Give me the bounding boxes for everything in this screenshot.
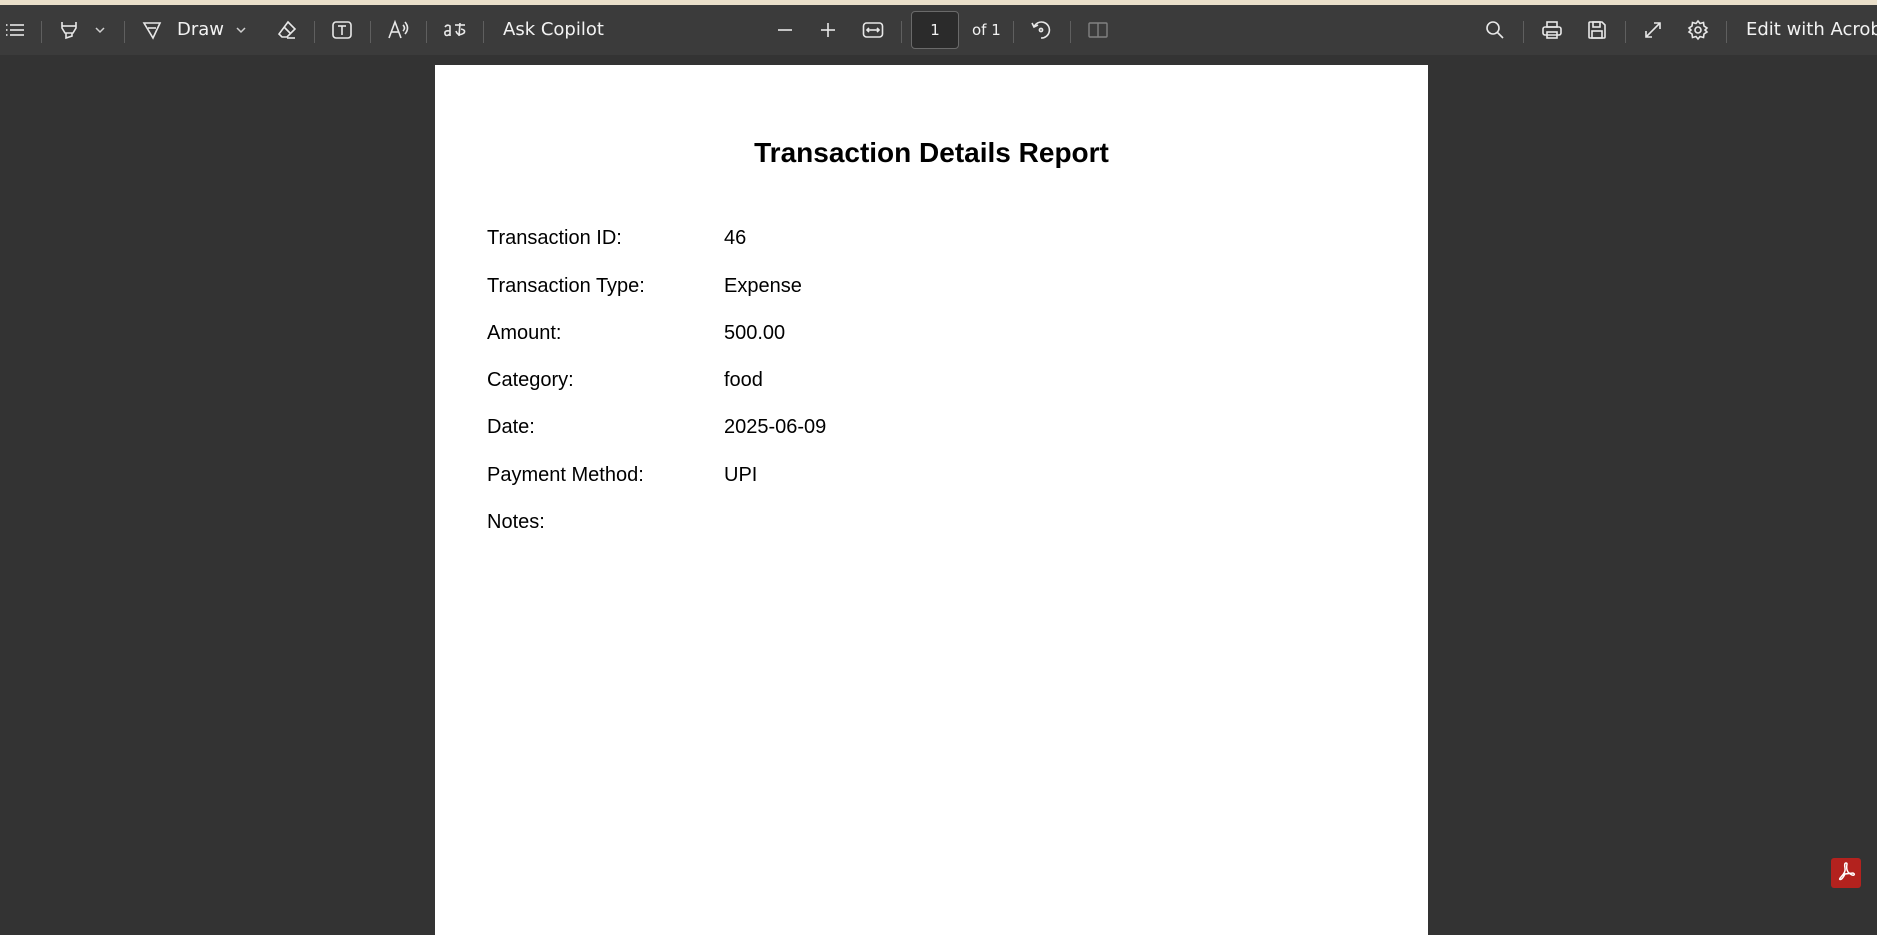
field-label: Date: bbox=[487, 416, 535, 438]
zoom-in-button[interactable] bbox=[813, 5, 843, 55]
search-icon bbox=[1485, 20, 1505, 40]
toolbar-separator bbox=[426, 21, 427, 43]
ask-copilot-button[interactable]: Ask Copilot bbox=[503, 5, 604, 55]
field-label: Transaction ID: bbox=[487, 227, 622, 249]
contents-button[interactable] bbox=[2, 5, 28, 55]
add-text-button[interactable] bbox=[327, 5, 357, 55]
field-label: Notes: bbox=[487, 511, 545, 533]
field-label: Category: bbox=[487, 369, 574, 391]
field-value: food bbox=[724, 369, 763, 391]
highlight-options-dropdown[interactable] bbox=[90, 5, 110, 55]
field-label: Transaction Type: bbox=[487, 275, 645, 297]
toolbar-separator bbox=[124, 21, 125, 43]
draw-options-dropdown[interactable] bbox=[231, 5, 251, 55]
toolbar-separator bbox=[1726, 21, 1727, 43]
gear-icon bbox=[1687, 19, 1709, 41]
field-value: 46 bbox=[724, 227, 747, 249]
toolbar-separator bbox=[1013, 21, 1014, 43]
page-number-input[interactable] bbox=[911, 11, 959, 49]
field-value: 500.00 bbox=[724, 322, 786, 344]
erase-button[interactable] bbox=[272, 5, 302, 55]
plus-icon bbox=[819, 21, 837, 39]
translate-button[interactable] bbox=[440, 5, 470, 55]
page-view-icon bbox=[1087, 21, 1109, 39]
highlight-button[interactable] bbox=[54, 5, 84, 55]
field-value: 2025-06-09 bbox=[724, 416, 827, 438]
toolbar-separator bbox=[901, 21, 902, 43]
list-icon bbox=[5, 22, 25, 38]
chevron-down-icon bbox=[235, 26, 247, 34]
pen-icon bbox=[141, 19, 163, 41]
fullscreen-button[interactable] bbox=[1638, 5, 1668, 55]
chevron-down-icon bbox=[94, 26, 106, 34]
document-viewer[interactable]: Transaction Details Report Transaction I… bbox=[0, 55, 1877, 935]
settings-button[interactable] bbox=[1683, 5, 1713, 55]
field-label: Amount: bbox=[487, 322, 562, 344]
fit-width-icon bbox=[862, 21, 884, 39]
draw-button[interactable] bbox=[137, 5, 167, 55]
field-value: Expense bbox=[724, 275, 802, 297]
save-icon bbox=[1587, 20, 1607, 40]
page-view-button[interactable] bbox=[1083, 5, 1113, 55]
save-button[interactable] bbox=[1582, 5, 1612, 55]
toolbar-separator bbox=[1523, 21, 1524, 43]
fit-to-width-button[interactable] bbox=[858, 5, 888, 55]
zoom-out-button[interactable] bbox=[770, 5, 800, 55]
field-label: Payment Method: bbox=[487, 464, 644, 486]
highlighter-icon bbox=[58, 19, 80, 41]
toolbar-separator bbox=[314, 21, 315, 43]
rotate-button[interactable] bbox=[1026, 5, 1056, 55]
acrobat-badge-button[interactable] bbox=[1831, 858, 1861, 888]
toolbar-separator bbox=[483, 21, 484, 43]
draw-label[interactable]: Draw bbox=[177, 5, 224, 55]
print-button[interactable] bbox=[1537, 5, 1567, 55]
toolbar-separator bbox=[41, 21, 42, 43]
document-title: Transaction Details Report bbox=[754, 137, 1109, 168]
pdf-page: Transaction Details Report Transaction I… bbox=[435, 65, 1428, 935]
print-icon bbox=[1541, 20, 1563, 40]
toolbar-separator bbox=[1625, 21, 1626, 43]
edit-with-acrobat-button[interactable]: Edit with Acrobat bbox=[1746, 5, 1877, 55]
rotate-icon bbox=[1030, 19, 1052, 41]
text-box-icon bbox=[331, 19, 353, 41]
expand-icon bbox=[1643, 20, 1663, 40]
eraser-icon bbox=[276, 19, 298, 41]
toolbar-separator bbox=[370, 21, 371, 43]
page-total-label: of 1 bbox=[972, 21, 1001, 39]
translate-icon bbox=[442, 19, 468, 41]
minus-icon bbox=[776, 21, 794, 39]
toolbar-separator bbox=[1070, 21, 1071, 43]
field-value: UPI bbox=[724, 464, 758, 486]
read-aloud-icon bbox=[387, 19, 411, 41]
acrobat-icon bbox=[1836, 861, 1856, 886]
read-aloud-button[interactable] bbox=[384, 5, 414, 55]
pdf-toolbar: Draw Ask Copilot 1 of 1 Edit with Acrob bbox=[0, 5, 1877, 55]
search-button[interactable] bbox=[1480, 5, 1510, 55]
